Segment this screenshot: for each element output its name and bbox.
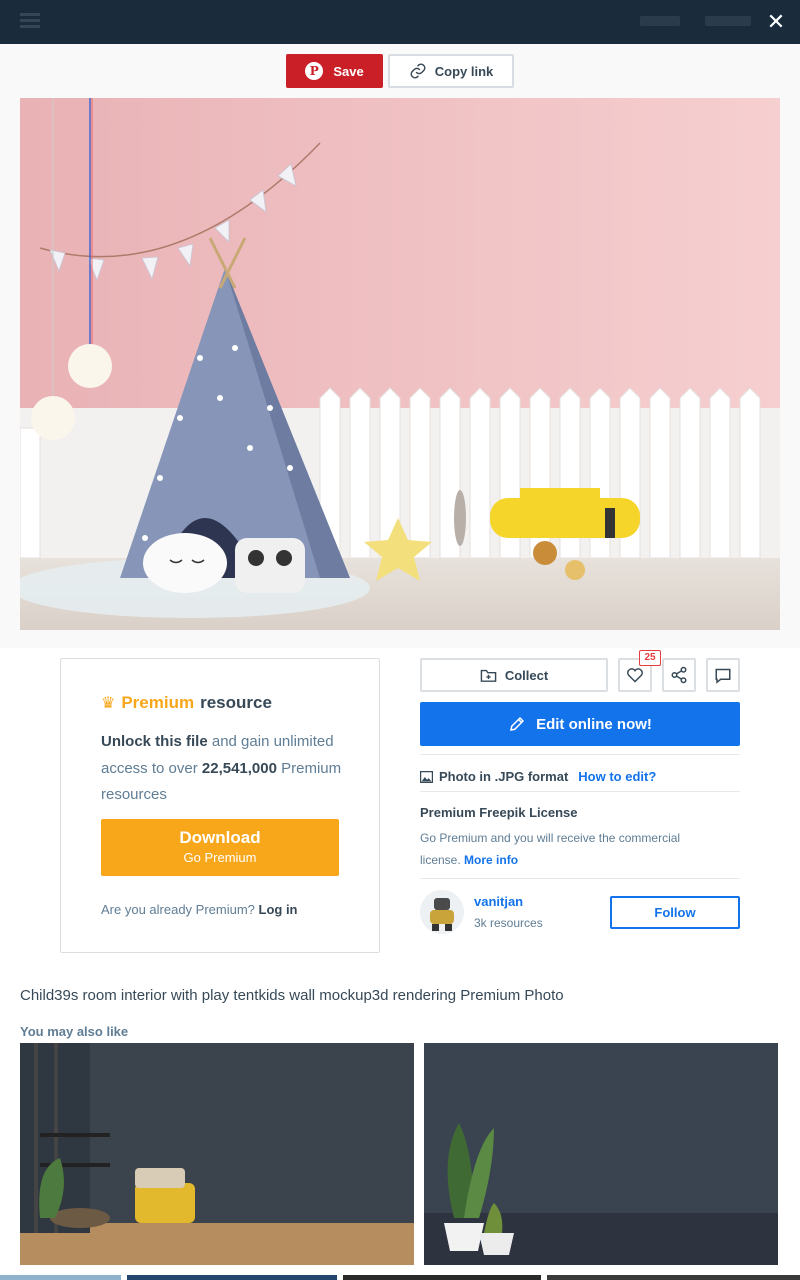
pinterest-save-button[interactable]: P Save [286,54,383,88]
share-icon [671,666,687,684]
download-button[interactable]: Download Go Premium [101,819,339,876]
divider [420,791,740,792]
author-avatar[interactable] [420,890,464,934]
go-premium-label: Go Premium [183,850,257,865]
copy-link-label: Copy link [434,63,494,79]
more-info-link[interactable]: More info [464,853,518,867]
collect-button[interactable]: Collect [420,658,608,692]
save-label: Save [333,63,364,79]
license-text: Go Premium and you will receive the comm… [420,831,681,867]
related-thumbnail[interactable] [424,1043,778,1265]
related-thumbnail[interactable] [127,1275,337,1280]
premium-word: Premium [121,693,195,712]
related-thumbnail[interactable] [0,1275,121,1280]
resource-word: resource [200,693,272,712]
related-thumbnail[interactable] [20,1043,414,1265]
follow-button[interactable]: Follow [610,896,740,929]
collect-label: Collect [504,667,549,683]
related-heading: You may also like [20,1024,129,1039]
nav-placeholder [640,16,680,26]
divider [420,878,740,879]
pinterest-icon: P [305,62,324,80]
premium-resource-box: ♛ Premium resource Unlock this file and … [60,658,380,953]
how-to-edit-link[interactable]: How to edit? [578,769,656,784]
share-button[interactable] [662,658,696,692]
heart-icon [627,668,643,683]
comment-button[interactable] [706,658,740,692]
close-icon[interactable]: ✕ [764,10,788,34]
author-name-link[interactable]: vanitjan [474,894,523,909]
photo-title: Child39s room interior with play tentkid… [20,987,564,1004]
author-resources-count: 3k resources [474,916,543,930]
already-premium-text: Are you already Premium? Log in [101,902,298,917]
resource-detail-modal: P Save Copy link ♛ Premium resource Unlo… [0,44,800,1280]
related-thumbnail[interactable] [547,1275,800,1280]
download-label: Download [179,828,261,847]
license-title: Premium Freepik License [420,805,578,820]
file-format-row: Photo in .JPG format How to edit? [420,769,656,784]
image-icon [420,770,433,783]
license-description: Go Premium and you will receive the comm… [420,827,720,871]
top-navigation-bar: ✕ [0,0,800,44]
folder-plus-icon [480,669,497,682]
premium-description: Unlock this file and gain unlimited acce… [101,729,351,809]
resource-count: 22,541,000 [201,759,277,777]
pencil-icon [510,716,525,731]
login-link[interactable]: Log in [259,902,298,917]
edit-online-label: Edit online now! [536,715,652,733]
crown-icon: ♛ [101,695,116,712]
premium-resource-title: ♛ Premium resource [101,693,272,713]
divider [420,754,740,755]
edit-online-button[interactable]: Edit online now! [420,702,740,746]
link-icon [410,63,426,79]
copy-link-button[interactable]: Copy link [388,54,514,88]
already-premium-label: Are you already Premium? [101,902,259,917]
file-format-text: Photo in .JPG format [439,769,569,784]
related-thumbnail[interactable] [343,1275,541,1280]
main-photo[interactable] [20,98,780,630]
comment-icon [715,668,731,684]
like-count-badge: 25 [639,650,661,666]
menu-icon[interactable] [20,13,40,29]
unlock-text: Unlock this file [101,733,208,750]
nav-placeholder [705,16,751,26]
